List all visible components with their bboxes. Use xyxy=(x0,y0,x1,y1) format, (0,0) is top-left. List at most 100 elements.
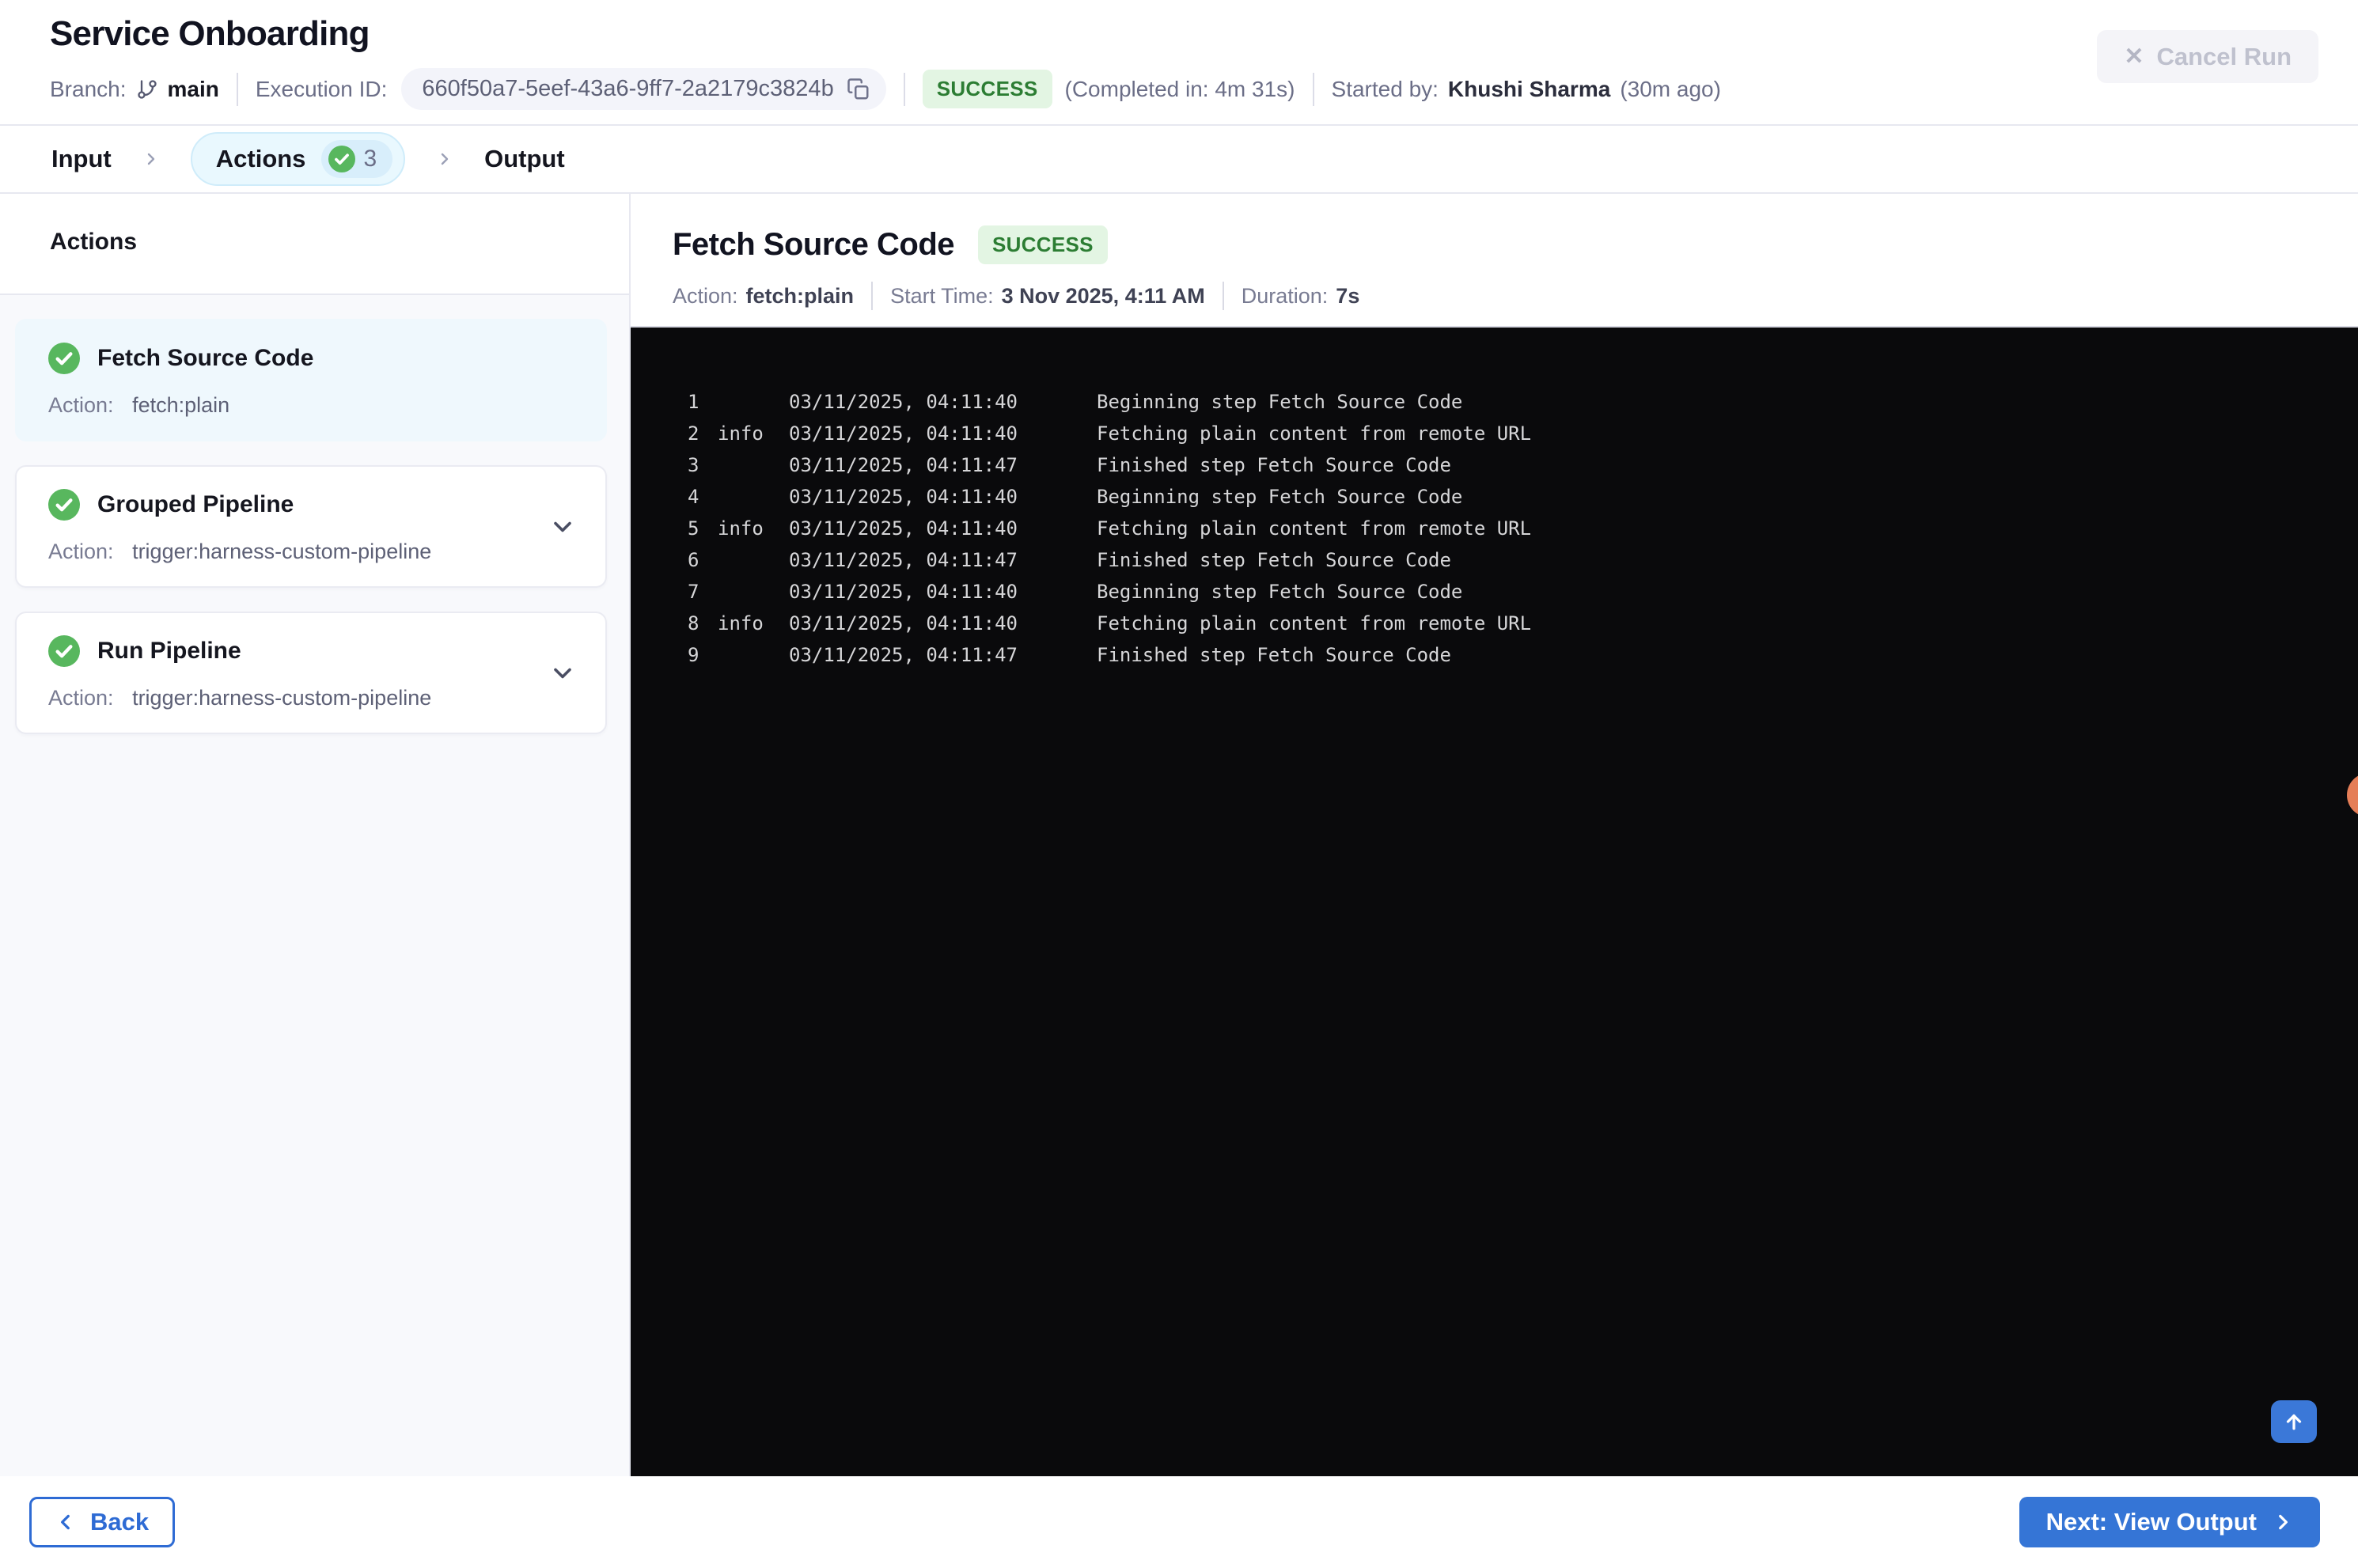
back-button[interactable]: Back xyxy=(29,1497,176,1547)
log-viewer[interactable]: 1 03/11/2025, 04:11:40 Beginning step Fe… xyxy=(631,326,2358,1476)
action-card[interactable]: Run Pipeline Action: trigger:harness-cus… xyxy=(15,612,607,734)
log-line-message: Finished step Fetch Source Code xyxy=(1097,549,1451,571)
check-circle-icon xyxy=(328,146,356,172)
log-line-number: 4 xyxy=(688,486,699,508)
check-circle-icon xyxy=(48,343,80,374)
log-line-message: Fetching plain content from remote URL xyxy=(1097,612,1532,634)
log-line-level xyxy=(718,449,789,481)
log-line: 1 03/11/2025, 04:11:40 Beginning step Fe… xyxy=(688,386,2358,418)
divider xyxy=(1222,282,1224,310)
back-button-label: Back xyxy=(90,1508,150,1536)
action-card-title: Run Pipeline xyxy=(97,638,241,664)
execution-id-label: Execution ID: xyxy=(255,76,388,101)
divider xyxy=(236,72,238,106)
next-button-label: Next: View Output xyxy=(2045,1508,2257,1536)
tab-actions-label: Actions xyxy=(215,145,306,172)
log-line-level: info xyxy=(718,612,764,634)
divider xyxy=(1312,72,1314,106)
log-line-timestamp: 03/11/2025, 04:11:40 xyxy=(789,486,1018,508)
action-card[interactable]: Grouped Pipeline Action: trigger:harness… xyxy=(15,465,607,588)
log-line: 6 03/11/2025, 04:11:47 Finished step Fet… xyxy=(688,544,2358,576)
tab-output[interactable]: Output xyxy=(484,145,565,173)
action-card-action-row: Action: trigger:harness-custom-pipeline xyxy=(48,540,574,564)
started-by-label: Started by: xyxy=(1331,76,1439,101)
step-duration-value: 7s xyxy=(1336,283,1360,308)
scroll-to-top-button[interactable] xyxy=(2271,1400,2317,1443)
actions-sidebar: Actions Fetch Source Code Action: fetch:… xyxy=(0,194,631,1476)
tab-actions-count: 3 xyxy=(363,146,377,172)
action-card[interactable]: Fetch Source Code Action: fetch:plain xyxy=(15,319,607,441)
action-card-list: Fetch Source Code Action: fetch:plain Gr… xyxy=(0,295,629,1476)
action-card-title-row: Grouped Pipeline xyxy=(48,489,574,521)
log-line-message: Beginning step Fetch Source Code xyxy=(1097,486,1463,508)
step-action-value: fetch:plain xyxy=(745,283,855,308)
git-branch-icon xyxy=(136,78,158,100)
chevron-right-icon xyxy=(2273,1512,2293,1532)
branch-label: Branch: xyxy=(50,76,127,101)
chevron-down-icon[interactable] xyxy=(548,659,577,687)
log-line-number: 6 xyxy=(688,549,699,571)
log-line-timestamp: 03/11/2025, 04:11:47 xyxy=(789,549,1018,571)
log-line-message: Fetching plain content from remote URL xyxy=(1097,517,1532,540)
execution-meta-row: Branch: main Execution ID: 660f50a7-5eef… xyxy=(50,68,2358,110)
completed-in-note: (Completed in: 4m 31s) xyxy=(1064,76,1295,101)
chevron-down-icon[interactable] xyxy=(548,513,577,541)
log-line: 5 info 03/11/2025, 04:11:40 Fetching pla… xyxy=(688,513,2358,544)
log-line: 7 03/11/2025, 04:11:40 Beginning step Fe… xyxy=(688,576,2358,608)
cancel-run-label: Cancel Run xyxy=(2156,42,2292,70)
action-card-action-value: fetch:plain xyxy=(132,393,230,417)
log-line-number: 7 xyxy=(688,581,699,603)
action-card-action-value: trigger:harness-custom-pipeline xyxy=(132,540,432,563)
copy-icon[interactable] xyxy=(847,78,870,101)
step-detail-panel: Fetch Source Code SUCCESS Action: fetch:… xyxy=(631,194,2358,1476)
log-line: 2 info 03/11/2025, 04:11:40 Fetching pla… xyxy=(688,418,2358,449)
log-line-message: Fetching plain content from remote URL xyxy=(1097,422,1532,445)
action-label: Action: xyxy=(48,540,114,563)
action-card-action-row: Action: trigger:harness-custom-pipeline xyxy=(48,686,574,710)
step-status-badge: SUCCESS xyxy=(978,225,1108,264)
divider xyxy=(903,72,905,106)
log-line-level xyxy=(718,639,789,671)
close-icon: ✕ xyxy=(2124,44,2144,70)
log-line-timestamp: 03/11/2025, 04:11:40 xyxy=(789,612,1018,634)
action-card-title: Fetch Source Code xyxy=(97,345,314,371)
chevron-right-icon xyxy=(142,150,161,169)
log-line-level xyxy=(718,481,789,513)
log-lines: 1 03/11/2025, 04:11:40 Beginning step Fe… xyxy=(688,386,2358,671)
log-line: 8 info 03/11/2025, 04:11:40 Fetching pla… xyxy=(688,608,2358,639)
execution-id-pill: 660f50a7-5eef-43a6-9ff7-2a2179c3824b xyxy=(401,68,886,110)
cancel-run-button[interactable]: ✕ Cancel Run xyxy=(2097,30,2318,83)
step-tabbar: Input Actions 3 Output xyxy=(0,124,2358,194)
action-card-title-row: Run Pipeline xyxy=(48,635,574,667)
check-circle-icon xyxy=(48,489,80,521)
chevron-left-icon xyxy=(55,1512,76,1532)
log-line-level xyxy=(718,576,789,608)
sidebar-heading: Actions xyxy=(0,194,629,295)
log-line-message: Finished step Fetch Source Code xyxy=(1097,644,1451,666)
wizard-footer: Back Next: View Output xyxy=(0,1476,2358,1568)
step-action-label: Action: xyxy=(673,283,738,308)
step-duration-label: Duration: xyxy=(1241,283,1329,308)
log-line: 4 03/11/2025, 04:11:40 Beginning step Fe… xyxy=(688,481,2358,513)
action-card-action-value: trigger:harness-custom-pipeline xyxy=(132,686,432,710)
step-start-label: Start Time: xyxy=(890,283,994,308)
page-header: Service Onboarding Branch: main Executio… xyxy=(0,0,2358,124)
branch-name: main xyxy=(167,76,219,101)
log-line-message: Beginning step Fetch Source Code xyxy=(1097,581,1463,603)
check-circle-icon xyxy=(48,635,80,667)
page-title: Service Onboarding xyxy=(50,14,370,53)
step-detail-header: Fetch Source Code SUCCESS Action: fetch:… xyxy=(631,194,2358,326)
tab-actions[interactable]: Actions 3 xyxy=(190,132,406,186)
status-badge: SUCCESS xyxy=(922,70,1052,108)
action-label: Action: xyxy=(48,686,114,710)
log-line-level: info xyxy=(718,422,764,445)
tab-input[interactable]: Input xyxy=(51,145,112,173)
started-ago: (30m ago) xyxy=(1620,76,1721,101)
tab-actions-count-badge: 3 xyxy=(321,140,393,178)
step-start-value: 3 Nov 2025, 4:11 AM xyxy=(1001,283,1205,308)
log-line-number: 9 xyxy=(688,644,699,666)
execution-id-value: 660f50a7-5eef-43a6-9ff7-2a2179c3824b xyxy=(422,76,834,101)
action-card-title: Grouped Pipeline xyxy=(97,491,294,517)
action-card-title-row: Fetch Source Code xyxy=(48,343,574,374)
next-view-output-button[interactable]: Next: View Output xyxy=(2019,1497,2320,1547)
